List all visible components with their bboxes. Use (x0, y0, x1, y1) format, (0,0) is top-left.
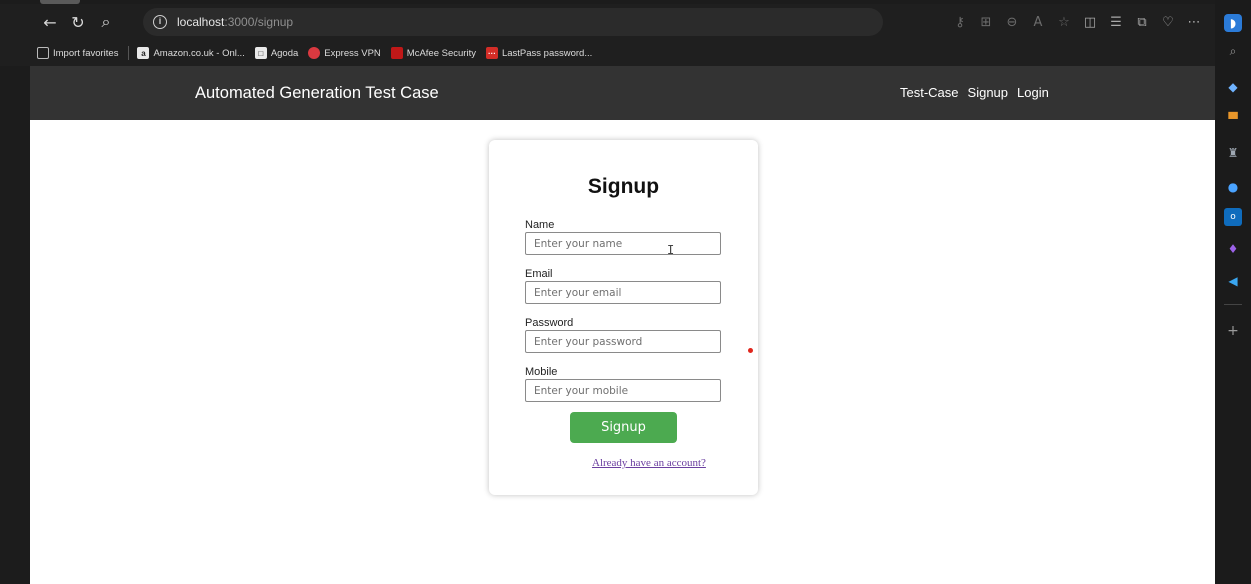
browser-sidebar: ◗ ⌕ ◆ ▀ ♜ ● o ♦ ◀ + (1215, 0, 1251, 584)
site-nav-links: Test-Case Signup Login (900, 66, 1049, 120)
browser-window: ← ↻ ⌕ i localhost:3000/signup ⚷ ⊞ ⊖ A ☆ … (0, 0, 1251, 584)
sidebar-separator (1224, 304, 1242, 305)
favorite-label: Express VPN (324, 47, 381, 59)
performance-icon[interactable]: ♡ (1155, 9, 1181, 35)
favorite-label: McAfee Security (406, 47, 476, 59)
pointer-dot (748, 348, 753, 353)
sidebar-search-icon[interactable]: ⌕ (1224, 42, 1242, 60)
url-host: localhost (177, 15, 225, 29)
search-icon[interactable]: ⌕ (92, 8, 120, 36)
shopping-tag-icon[interactable]: ◆ (1224, 78, 1242, 96)
designer-icon[interactable]: ♦ (1224, 240, 1242, 258)
email-input[interactable] (525, 281, 721, 304)
lastpass-icon: ··· (485, 47, 498, 59)
favorite-label: Amazon.co.uk - Onl... (153, 47, 245, 59)
zoom-icon[interactable]: ⊖ (999, 9, 1025, 35)
url-box[interactable]: i localhost:3000/signup (143, 8, 883, 36)
favorite-label: Import favorites (53, 47, 119, 59)
amazon-icon: a (137, 47, 150, 59)
favorites-separator (128, 46, 130, 60)
email-label: Email (525, 268, 553, 280)
send-icon[interactable]: ◀ (1224, 272, 1242, 290)
mcafee-icon (390, 47, 403, 59)
browser-toolbar: ⚷ ⊞ ⊖ A ☆ ◫ ☰ ⧉ ♡ ⋯ (947, 4, 1207, 40)
nav-link-signup[interactable]: Signup (968, 66, 1008, 120)
import-favorites-icon (37, 47, 49, 59)
site-navbar: Automated Generation Test Case Test-Case… (30, 66, 1215, 120)
agoda-icon: □ (254, 47, 267, 59)
page-viewport: Automated Generation Test Case Test-Case… (30, 66, 1215, 584)
name-input[interactable] (525, 232, 721, 255)
favorite-item[interactable]: Express VPN (308, 47, 381, 59)
favorite-item[interactable]: a Amazon.co.uk - Onl... (137, 47, 245, 59)
favorite-star-icon[interactable]: ☆ (1051, 9, 1077, 35)
favorites-bar: Import favorites a Amazon.co.uk - Onl...… (0, 40, 1215, 66)
add-sidebar-icon[interactable]: + (1224, 322, 1242, 340)
signup-button[interactable]: Signup (570, 412, 677, 443)
refresh-icon[interactable]: ↻ (64, 8, 92, 36)
address-bar-row: ← ↻ ⌕ i localhost:3000/signup ⚷ ⊞ ⊖ A ☆ … (0, 4, 1215, 40)
favorite-item[interactable]: Import favorites (37, 47, 118, 59)
key-icon[interactable]: ⚷ (947, 9, 973, 35)
copilot-icon[interactable]: ◗ (1224, 14, 1242, 32)
read-aloud-icon[interactable]: A (1025, 9, 1051, 35)
nav-link-login[interactable]: Login (1017, 66, 1049, 120)
tools-briefcase-icon[interactable]: ▀ (1224, 110, 1242, 128)
favorite-item[interactable]: ··· LastPass password... (485, 47, 593, 59)
outlook-icon[interactable]: o (1224, 208, 1242, 226)
split-screen-icon[interactable]: ◫ (1077, 9, 1103, 35)
site-brand[interactable]: Automated Generation Test Case (195, 66, 439, 120)
password-label: Password (525, 317, 574, 329)
expressvpn-icon (308, 47, 321, 59)
more-menu-icon[interactable]: ⋯ (1181, 9, 1207, 35)
mobile-label: Mobile (525, 366, 558, 378)
name-label: Name (525, 219, 555, 231)
mobile-input[interactable] (525, 379, 721, 402)
apps-grid-icon[interactable]: ⊞ (973, 9, 999, 35)
favorites-list-icon[interactable]: ☰ (1103, 9, 1129, 35)
favorite-item[interactable]: □ Agoda (254, 47, 299, 59)
password-input[interactable] (525, 330, 721, 353)
form-title: Signup (587, 175, 660, 198)
collections-icon[interactable]: ⧉ (1129, 9, 1155, 35)
favorite-item[interactable]: McAfee Security (390, 47, 476, 59)
url-path: :3000/signup (224, 15, 294, 29)
info-icon[interactable]: i (153, 15, 167, 29)
favorite-label: Agoda (270, 47, 299, 59)
edge-drop-icon[interactable]: ● (1224, 178, 1242, 196)
text-cursor-icon: I (667, 243, 675, 257)
games-icon[interactable]: ♜ (1224, 144, 1242, 162)
back-icon[interactable]: ← (36, 8, 64, 36)
nav-link-test-case[interactable]: Test-Case (900, 66, 959, 120)
signup-card: Signup Name Email Password Mobile Signup… (489, 140, 758, 495)
favorite-label: LastPass password... (501, 47, 593, 59)
login-link[interactable]: Already have an account? (592, 457, 706, 469)
